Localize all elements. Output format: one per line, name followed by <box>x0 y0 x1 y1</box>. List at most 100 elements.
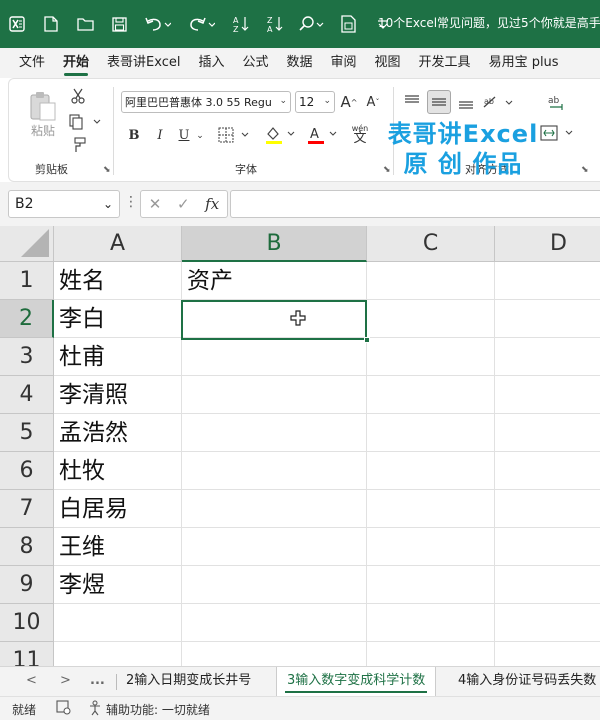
cell-b4[interactable] <box>182 376 367 414</box>
cell-c2[interactable] <box>367 300 495 338</box>
cell-d6[interactable] <box>495 452 600 490</box>
tab-developer[interactable]: 开发工具 <box>410 48 480 78</box>
cancel-icon[interactable]: ✕ <box>149 195 162 213</box>
cell-b9[interactable] <box>182 566 367 604</box>
cell-d9[interactable] <box>495 566 600 604</box>
underline-button[interactable]: U <box>176 125 192 145</box>
align-bottom-icon[interactable] <box>455 91 477 113</box>
phonetic-guide-icon[interactable]: wén 文 <box>347 121 373 147</box>
sheet-tab-active[interactable]: 3输入数字变成科学计数 <box>276 667 437 696</box>
copy-icon[interactable] <box>67 111 103 133</box>
cell-a4[interactable]: 李清照 <box>54 376 182 414</box>
cell-d8[interactable] <box>495 528 600 566</box>
cell-b11[interactable] <box>182 642 367 666</box>
tab-view[interactable]: 视图 <box>366 48 410 78</box>
cell-c6[interactable] <box>367 452 495 490</box>
cell-a6[interactable]: 杜牧 <box>54 452 182 490</box>
cell-b5[interactable] <box>182 414 367 452</box>
cell-c3[interactable] <box>367 338 495 376</box>
cell-a2[interactable]: 李白 <box>54 300 182 338</box>
tab-data[interactable]: 数据 <box>278 48 322 78</box>
select-all-button[interactable] <box>0 226 54 262</box>
insert-function-button[interactable]: fx <box>205 195 219 213</box>
column-header-d[interactable]: D <box>495 226 600 262</box>
cell-a1[interactable]: 姓名 <box>54 262 182 300</box>
save-icon[interactable] <box>102 0 136 48</box>
cell-c1[interactable] <box>367 262 495 300</box>
accessibility-icon[interactable] <box>88 700 102 719</box>
cut-icon[interactable] <box>69 85 87 107</box>
cell-c8[interactable] <box>367 528 495 566</box>
cell-c9[interactable] <box>367 566 495 604</box>
decrease-font-size-icon[interactable]: Aˇ <box>363 91 383 113</box>
scroll-sheets-right-icon[interactable]: > <box>60 673 71 688</box>
redo-icon[interactable] <box>180 0 224 48</box>
italic-button[interactable]: I <box>152 125 168 145</box>
print-preview-icon[interactable] <box>332 0 366 48</box>
paste-icon[interactable] <box>25 89 61 123</box>
clipboard-launcher-icon[interactable]: ⬊ <box>103 165 111 175</box>
chevron-down-icon[interactable]: ⌄ <box>195 129 205 143</box>
column-header-c[interactable]: C <box>367 226 495 262</box>
cell-b8[interactable] <box>182 528 367 566</box>
paste-button[interactable]: 粘贴 <box>27 121 59 139</box>
cell-a11[interactable] <box>54 642 182 666</box>
borders-icon[interactable] <box>217 125 251 145</box>
column-header-a[interactable]: A <box>54 226 182 262</box>
row-header-4[interactable]: 4 <box>0 376 54 414</box>
cell-d1[interactable] <box>495 262 600 300</box>
bold-button[interactable]: B <box>126 125 142 145</box>
cell-a10[interactable] <box>54 604 182 642</box>
cell-c5[interactable] <box>367 414 495 452</box>
fill-handle[interactable] <box>364 337 370 343</box>
row-header-6[interactable]: 6 <box>0 452 54 490</box>
open-folder-icon[interactable] <box>68 0 102 48</box>
tab-file[interactable]: 文件 <box>10 48 54 78</box>
align-top-icon[interactable] <box>401 91 423 113</box>
tab-insert[interactable]: 插入 <box>189 48 233 78</box>
row-header-5[interactable]: 5 <box>0 414 54 452</box>
cell-c10[interactable] <box>367 604 495 642</box>
sheet-tab[interactable]: 4输入身份证号码丢失数 <box>448 667 600 696</box>
row-header-9[interactable]: 9 <box>0 566 54 604</box>
font-color-icon[interactable]: A <box>305 123 339 147</box>
align-middle-icon[interactable] <box>427 90 451 114</box>
row-header-1[interactable]: 1 <box>0 262 54 300</box>
formula-input[interactable] <box>230 190 600 218</box>
enter-icon[interactable]: ✓ <box>177 195 190 213</box>
cell-a3[interactable]: 杜甫 <box>54 338 182 376</box>
formula-bar-resize-handle[interactable]: ⋮ <box>124 194 138 210</box>
row-header-8[interactable]: 8 <box>0 528 54 566</box>
tab-biaoge-excel[interactable]: 表哥讲Excel <box>98 48 189 78</box>
cell-c7[interactable] <box>367 490 495 528</box>
active-cell-b2[interactable] <box>181 300 367 340</box>
tab-home[interactable]: 开始 <box>54 48 98 78</box>
macro-record-icon[interactable] <box>56 700 72 718</box>
text-orientation-icon[interactable]: ab <box>481 91 517 113</box>
wrap-text-icon[interactable]: ab <box>545 91 569 113</box>
cell-d11[interactable] <box>495 642 600 666</box>
new-file-icon[interactable] <box>34 0 68 48</box>
tab-review[interactable]: 审阅 <box>322 48 366 78</box>
format-painter-icon[interactable] <box>69 135 87 155</box>
tab-formulas[interactable]: 公式 <box>233 48 277 78</box>
cell-b6[interactable] <box>182 452 367 490</box>
font-name-select[interactable]: 阿里巴巴普惠体 3.0 55 Regu ⌄ <box>121 91 291 113</box>
cell-d7[interactable] <box>495 490 600 528</box>
row-header-2[interactable]: 2 <box>0 300 54 338</box>
undo-icon[interactable] <box>136 0 180 48</box>
cell-d3[interactable] <box>495 338 600 376</box>
row-header-7[interactable]: 7 <box>0 490 54 528</box>
cell-a5[interactable]: 孟浩然 <box>54 414 182 452</box>
more-sheets-button[interactable]: ... <box>90 673 105 688</box>
cell-b7[interactable] <box>182 490 367 528</box>
cell-a7[interactable]: 白居易 <box>54 490 182 528</box>
cell-c11[interactable] <box>367 642 495 666</box>
column-header-b[interactable]: B <box>182 226 367 262</box>
cell-d5[interactable] <box>495 414 600 452</box>
cell-b3[interactable] <box>182 338 367 376</box>
cell-a8[interactable]: 王维 <box>54 528 182 566</box>
sheet-tab[interactable]: 2输入日期变成长井号 <box>116 667 261 696</box>
cell-a9[interactable]: 李煜 <box>54 566 182 604</box>
name-box[interactable]: B2 ⌄ <box>8 190 120 218</box>
